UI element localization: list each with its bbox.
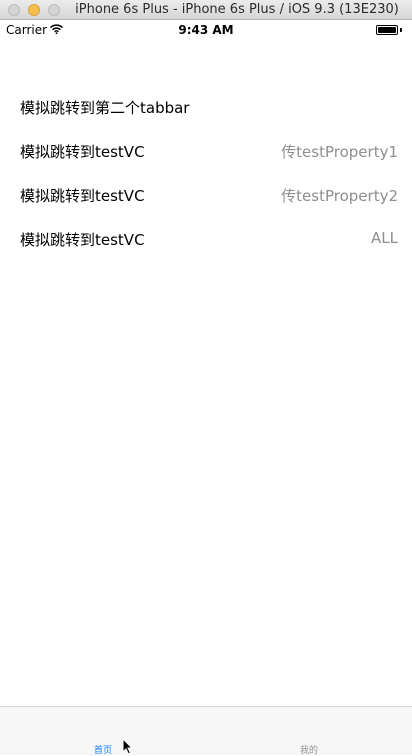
tab-bar: 首页 我的 xyxy=(0,706,412,756)
list-item[interactable]: 模拟跳转到testVC 传testProperty2 xyxy=(0,180,412,210)
tab-mine[interactable]: 我的 xyxy=(206,707,412,756)
battery-tip xyxy=(400,28,402,32)
row-title: 模拟跳转到testVC xyxy=(20,187,145,205)
mouse-cursor-icon xyxy=(122,738,134,755)
row-title: 模拟跳转到testVC xyxy=(20,143,145,161)
status-bar: Carrier 9:43 AM xyxy=(0,20,412,40)
list-item[interactable]: 模拟跳转到testVC 传testProperty1 xyxy=(0,136,412,166)
status-time: 9:43 AM xyxy=(178,23,234,37)
window-title: iPhone 6s Plus - iPhone 6s Plus / iOS 9.… xyxy=(75,2,399,17)
window-close-button[interactable] xyxy=(8,4,20,16)
tab-mine-label: 我的 xyxy=(299,746,318,756)
simulator-title-bar: iPhone 6s Plus - iPhone 6s Plus / iOS 9.… xyxy=(0,0,412,20)
battery-level-fill xyxy=(378,27,396,33)
window-zoom-button[interactable] xyxy=(48,4,60,16)
tab-home-label: 首页 xyxy=(93,746,112,756)
row-detail: 传testProperty2 xyxy=(281,187,398,205)
battery-icon xyxy=(376,25,398,35)
row-title: 模拟跳转到testVC xyxy=(20,231,145,249)
row-detail: 传testProperty1 xyxy=(281,143,398,161)
window-minimize-button[interactable] xyxy=(28,4,40,16)
row-title: 模拟跳转到第二个tabbar xyxy=(20,99,190,117)
row-detail: ALL xyxy=(371,229,398,247)
tab-home[interactable]: 首页 xyxy=(0,707,206,756)
list-item[interactable]: 模拟跳转到testVC ALL xyxy=(0,224,412,254)
list-item[interactable]: 模拟跳转到第二个tabbar xyxy=(0,92,412,122)
